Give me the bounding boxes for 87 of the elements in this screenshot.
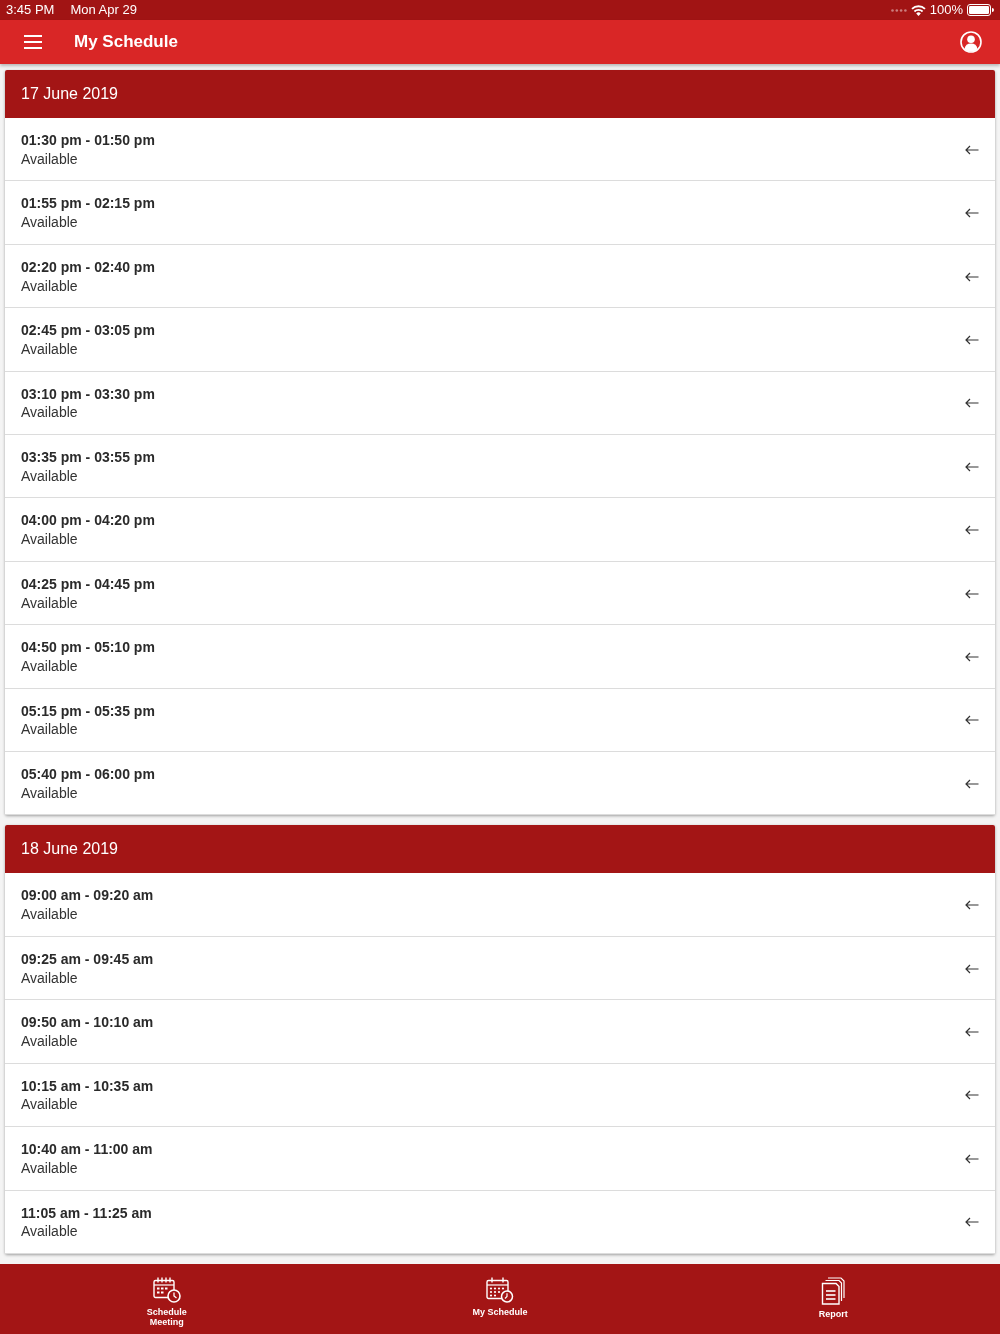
- slot-status: Available: [21, 466, 79, 486]
- time-slot-row[interactable]: 04:00 pm - 04:20 pm Available: [5, 498, 995, 562]
- slot-time: 11:05 am - 11:25 am: [21, 1203, 152, 1223]
- arrow-left-icon: [965, 398, 979, 409]
- status-date: Mon Apr 29: [70, 1, 137, 20]
- slot-time: 01:55 pm - 02:15 pm: [21, 194, 155, 214]
- slot-time: 03:35 pm - 03:55 pm: [21, 448, 155, 467]
- slot-time: 09:50 am - 10:10 am: [21, 1013, 154, 1032]
- slot-status: Available: [21, 213, 79, 232]
- status-time: 3:45 PM: [6, 1, 55, 20]
- slot-status: Available: [21, 530, 79, 549]
- wifi-icon: [910, 4, 926, 16]
- time-slot-row[interactable]: 03:10 pm - 03:30 pm Available: [5, 371, 995, 436]
- arrow-left-icon: [965, 963, 979, 974]
- date-header: 18 June 2019: [5, 825, 995, 874]
- app-title: My Schedule: [74, 31, 178, 54]
- arrow-left-icon: [965, 271, 979, 282]
- time-slot-row[interactable]: 09:50 am - 10:10 am Available: [5, 1000, 995, 1064]
- calendar-clock-icon: [152, 1277, 181, 1303]
- slot-status: Available: [21, 593, 79, 613]
- time-slot-row[interactable]: 03:35 pm - 03:55 pm Available: [5, 435, 995, 499]
- slot-status: Available: [21, 149, 79, 169]
- time-slot-row[interactable]: 04:50 pm - 05:10 pm Available: [5, 625, 995, 689]
- arrow-left-icon: [965, 334, 979, 345]
- slot-time: 09:00 am - 09:20 am: [21, 886, 154, 906]
- arrow-left-icon: [965, 525, 979, 536]
- slot-status: Available: [21, 276, 79, 296]
- time-slot-row[interactable]: 04:25 pm - 04:45 pm Available: [5, 561, 995, 626]
- time-slot-row[interactable]: 10:40 am - 11:00 am Available: [5, 1127, 995, 1191]
- arrow-left-icon: [965, 1090, 979, 1101]
- slot-time: 04:25 pm - 04:45 pm: [21, 574, 155, 594]
- slot-time: 03:10 pm - 03:30 pm: [21, 384, 155, 404]
- time-slot-row[interactable]: 11:05 am - 11:25 am Available: [5, 1190, 995, 1254]
- slot-time: 10:15 am - 10:35 am: [21, 1076, 154, 1096]
- arrow-left-icon: [965, 715, 979, 726]
- time-slot-row[interactable]: 05:40 pm - 06:00 pm Available: [5, 752, 995, 816]
- slot-status: Available: [21, 1032, 79, 1051]
- slot-time: 02:45 pm - 03:05 pm: [21, 321, 155, 340]
- slot-time: 01:30 pm - 01:50 pm: [21, 131, 155, 150]
- menu-icon: [24, 35, 42, 49]
- slot-status: Available: [21, 1222, 79, 1241]
- slot-time: 04:00 pm - 04:20 pm: [21, 511, 155, 531]
- arrow-left-icon: [965, 1217, 979, 1228]
- slot-status: Available: [21, 905, 79, 924]
- profile-button[interactable]: [960, 31, 982, 53]
- time-slot-row[interactable]: 05:15 pm - 05:35 pm Available: [5, 688, 995, 753]
- arrow-left-icon: [965, 588, 979, 599]
- time-slot-row[interactable]: 02:45 pm - 03:05 pm Available: [5, 308, 995, 372]
- documents-icon: [821, 1277, 846, 1305]
- slot-status: Available: [21, 968, 79, 988]
- slot-status: Available: [21, 403, 79, 423]
- battery-percent: 100%: [929, 1, 963, 20]
- nav-tab[interactable]: Report: [666, 1264, 1000, 1334]
- slot-status: Available: [21, 1095, 79, 1115]
- arrow-left-icon: [965, 1027, 979, 1037]
- slot-time: 04:50 pm - 05:10 pm: [21, 638, 155, 657]
- menu-button[interactable]: [24, 35, 42, 49]
- battery-icon: [967, 4, 994, 16]
- slot-status: Available: [21, 783, 79, 803]
- slot-time: 02:20 pm - 02:40 pm: [21, 257, 155, 277]
- slot-time: 05:15 pm - 05:35 pm: [21, 701, 155, 721]
- time-slot-row[interactable]: 10:15 am - 10:35 am Available: [5, 1063, 995, 1128]
- arrow-left-icon: [965, 778, 979, 789]
- arrow-left-icon: [965, 1153, 979, 1164]
- slot-status: Available: [21, 720, 79, 740]
- nav-tab[interactable]: My Schedule: [333, 1264, 667, 1334]
- calendar-clock-icon: [486, 1277, 514, 1303]
- date-header: 17 June 2019: [5, 70, 995, 118]
- time-slot-row[interactable]: 09:25 am - 09:45 am Available: [5, 936, 995, 1001]
- time-slot-row[interactable]: 01:30 pm - 01:50 pm Available: [5, 118, 995, 182]
- nav-tab[interactable]: Schedule Meeting: [0, 1264, 334, 1334]
- profile-icon: [960, 31, 982, 53]
- slot-status: Available: [21, 1158, 79, 1178]
- arrow-left-icon: [965, 144, 979, 155]
- arrow-left-icon: [965, 900, 979, 911]
- arrow-left-icon: [965, 208, 979, 219]
- slot-time: 05:40 pm - 06:00 pm: [21, 765, 155, 784]
- arrow-left-icon: [965, 651, 979, 662]
- arrow-left-icon: [965, 461, 979, 472]
- signal-icon: [890, 8, 907, 12]
- time-slot-row[interactable]: 02:20 pm - 02:40 pm Available: [5, 244, 995, 309]
- slot-time: 09:25 am - 09:45 am: [21, 949, 154, 969]
- slot-time: 10:40 am - 11:00 am: [21, 1140, 153, 1159]
- slot-status: Available: [21, 656, 79, 676]
- time-slot-row[interactable]: 01:55 pm - 02:15 pm Available: [5, 181, 995, 245]
- time-slot-row[interactable]: 09:00 am - 09:20 am Available: [5, 873, 995, 937]
- slot-status: Available: [21, 339, 79, 359]
